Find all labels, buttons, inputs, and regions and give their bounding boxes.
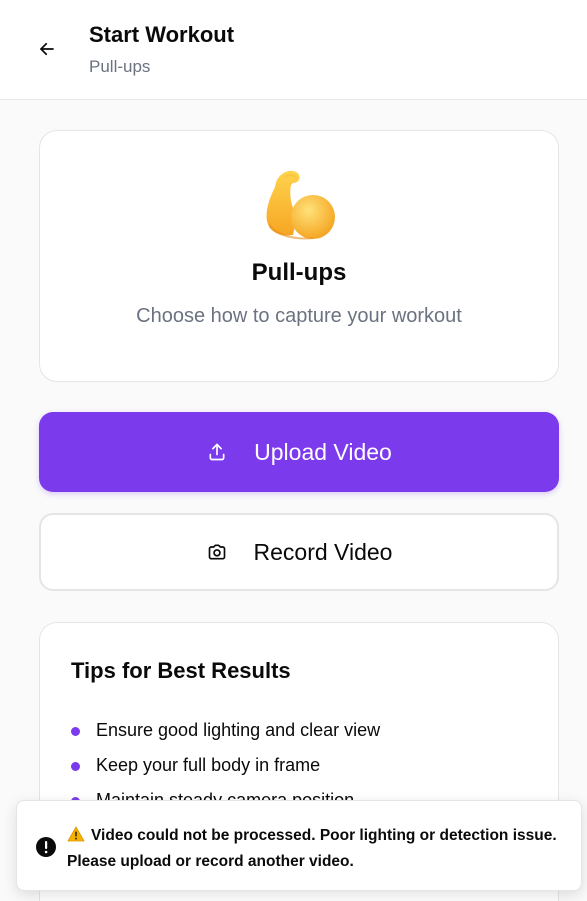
upload-icon [206,441,228,463]
app-header: Start Workout Pull-ups [0,0,587,100]
upload-video-label: Upload Video [254,438,392,465]
page-title: Start Workout [89,22,235,47]
record-video-button[interactable]: Record Video [39,513,559,591]
bullet-icon [71,727,80,736]
exercise-title: Pull-ups [251,259,347,286]
tip-text: Keep your full body in frame [96,755,321,775]
exercise-card: Pull-ups Choose how to capture your work… [39,130,559,382]
toast-message: Video could not be processed. Poor light… [67,823,567,875]
toast-text: Video could not be processed. Poor light… [67,827,557,870]
arrow-left-icon [40,42,54,56]
tip-item: Keep your full body in frame [71,754,380,789]
page-subtitle: Pull-ups [89,57,151,76]
error-toast[interactable]: Video could not be processed. Poor light… [16,800,582,891]
tip-text: Ensure good lighting and clear view [96,720,381,740]
record-video-label: Record Video [253,538,393,565]
flexed-biceps-icon [261,165,341,245]
tip-item: Ensure good lighting and clear view [71,719,380,754]
tips-title: Tips for Best Results [71,658,291,683]
bullet-icon [71,762,80,771]
back-button[interactable] [30,32,64,66]
exercise-subtitle: Choose how to capture your workout [136,305,462,327]
alert-circle-icon [35,836,57,858]
upload-video-button[interactable]: Upload Video [39,412,559,492]
warning-icon [67,826,85,842]
camera-icon [206,541,228,563]
